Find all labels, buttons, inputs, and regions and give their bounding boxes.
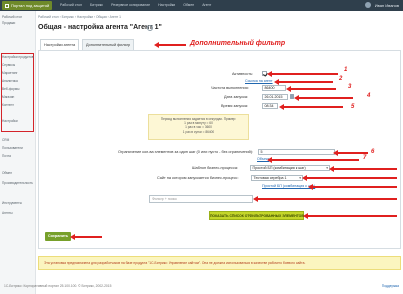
sidebar-item[interactable]: Веб-формы (2, 87, 19, 91)
top-links: Рабочий стол Битрикс Резервное копирован… (60, 3, 211, 7)
top-link[interactable]: Настройки (158, 3, 175, 7)
annotation-number: 2 (339, 76, 343, 82)
top-link[interactable]: Рабочий стол (60, 3, 82, 7)
save-button[interactable]: Сохранить (45, 232, 71, 241)
sidebar-item[interactable]: Агенты (2, 211, 13, 215)
annotation-number: 5 (351, 104, 355, 110)
sidebar-item[interactable]: Почта (2, 154, 11, 158)
period-input[interactable]: 86400 (262, 85, 286, 91)
sidebar-item[interactable]: CRM (2, 138, 9, 142)
time-label: Время запуска: (221, 104, 249, 108)
footer-support-link[interactable]: Поддержка (382, 284, 399, 288)
tab-agent-settings[interactable]: Настройки агента (40, 39, 80, 50)
user-menu[interactable]: Иван Иванов (364, 2, 399, 8)
portal-button[interactable]: Портал под защитой (2, 1, 53, 10)
sidebar-item[interactable]: Рабочий стол (2, 15, 22, 19)
avatar (364, 2, 371, 8)
annotation-arrow (329, 165, 397, 172)
date-label: Дата запуска: (224, 95, 249, 99)
top-link[interactable]: Обмен (183, 3, 194, 7)
annotation-arrow (154, 41, 186, 48)
date-input[interactable]: 26.01.2015 (262, 94, 288, 100)
annotation-arrow (267, 156, 359, 163)
annotation-arrow (294, 94, 353, 101)
annotation-arrow (253, 195, 397, 202)
sidebar-item[interactable]: Аналитика (2, 79, 18, 83)
sidebar-item[interactable]: Пользователи (2, 146, 23, 150)
sidebar-item[interactable]: Обмен (2, 171, 12, 175)
sidebar-item[interactable]: Маркетинг (2, 71, 18, 75)
business-process-select[interactable]: Простой БП (комбинация к шаг) (250, 165, 330, 171)
top-link[interactable]: Битрикс (90, 3, 103, 7)
annotation-arrow (303, 212, 397, 219)
limit-label: Ограничение кол-ва элементов за один шаг… (118, 150, 254, 154)
annotation-arrow (274, 78, 333, 85)
site-label: Сайт на котором запускается бизнес-проце… (157, 176, 239, 180)
top-link[interactable]: Резервное копирование (111, 3, 150, 7)
annotation-number: 6 (371, 149, 375, 155)
screen: Портал под защитой Рабочий стол Битрикс … (0, 0, 403, 294)
period-label: Частота выполнения: (211, 86, 249, 90)
hint-line: 1 раз в сутки = 86400 (182, 129, 215, 134)
sidebar-item[interactable]: Магазин (2, 95, 14, 99)
business-process-label: Шаблон бизнес-процесса: (192, 166, 239, 170)
shield-icon (5, 3, 9, 8)
breadcrumb[interactable]: Рабочий стол › Битрикс › Настройки › Общ… (38, 15, 121, 19)
period-hint: Период выполнения задается в секундах. П… (148, 114, 249, 140)
gear-icon[interactable] (147, 25, 153, 31)
sidebar-item[interactable]: Продажи (2, 21, 15, 25)
annotation-arrow (302, 174, 397, 181)
user-name: Иван Иванов (374, 2, 399, 8)
annotation-number: 3 (348, 84, 352, 90)
annotation-arrow (267, 70, 338, 77)
annotation-number: 7 (363, 155, 367, 161)
filter-search-input[interactable]: Фильтр + поиск (149, 195, 253, 203)
annotation-number: 1 (344, 67, 348, 73)
sidebar-item[interactable]: Контент (2, 103, 14, 107)
left-sidebar: Рабочий стол Продажи Настройки продуктов… (0, 11, 36, 294)
sidebar-item[interactable]: Настройки (2, 119, 18, 123)
sidebar-item[interactable]: Настройки продуктов (2, 55, 34, 59)
top-bar: Портал под защитой Рабочий стол Битрикс … (0, 0, 403, 11)
top-link[interactable]: Агент (202, 3, 211, 7)
site-select[interactable]: Тестовая серебра 1 (251, 175, 303, 181)
annotation-arrow (286, 85, 336, 92)
sidebar-item[interactable]: Инструменты (2, 201, 22, 205)
show-filtered-button[interactable]: ПОКАЗАТЬ СПИСОК ОТФИЛЬТРОВАННЫХ ЭЛЕМЕНТО… (209, 211, 304, 220)
tab-annotation: Дополнительный фильтр (190, 40, 286, 47)
sidebar-item[interactable]: Производительность (2, 181, 33, 185)
annotation-arrow (279, 103, 343, 110)
tab-additional-filter[interactable]: Дополнительный фильтр (82, 39, 135, 50)
annotation-arrow (70, 233, 102, 240)
annotation-arrow (333, 149, 368, 156)
footer-copyright: 1С-Битрикс: Корпоративный портал 25.100.… (4, 284, 112, 288)
annotation-arrow (308, 183, 397, 190)
time-input[interactable]: 08:34 (262, 103, 278, 109)
portal-button-label: Портал под защитой (11, 3, 50, 8)
agent-link[interactable]: Ссылка на агент (245, 79, 273, 83)
annotation-number: 4 (367, 93, 371, 99)
limit-input[interactable]: 5 (258, 149, 335, 155)
page-title: Общая - настройка агента "Агент 1" (38, 24, 162, 31)
sidebar-item[interactable]: Сервисы (2, 63, 15, 67)
dev-warning-bar: Эта установка предназначена для разработ… (38, 256, 401, 270)
active-label: Активность: (232, 72, 253, 76)
